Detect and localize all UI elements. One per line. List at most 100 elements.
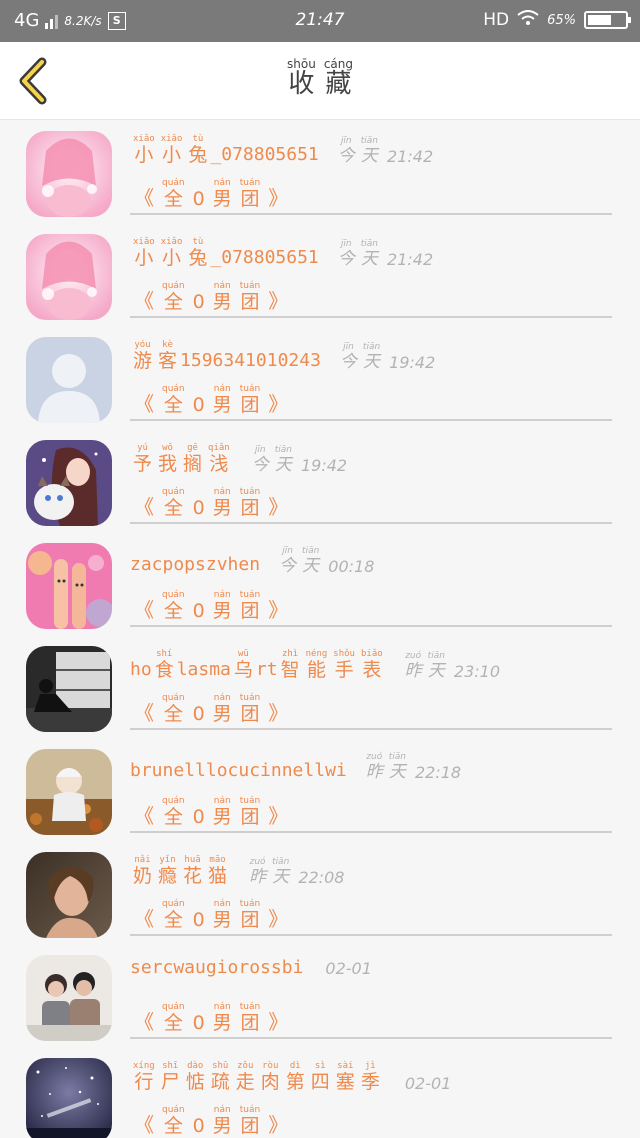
username-text: sercwaugiorossbi — [130, 957, 304, 978]
username: ho shí 食 lasma wū 乌 rt zhì 智 néng 能 shǒu 手 biǎo 表 — [130, 648, 386, 681]
ruby-char: tù 兔 — [188, 236, 207, 269]
ruby-char: zǒu 走 — [236, 1060, 255, 1093]
ruby-char: tiān 天 — [389, 751, 406, 782]
group-label: 《 quán 全 0 nán 男 tuán 团》 — [130, 795, 292, 828]
ruby-char: huā 花 — [183, 854, 202, 887]
ruby-char: dì 第 — [286, 1060, 305, 1093]
close-bracket: 》 — [268, 494, 289, 519]
ruby-char: xiǎo 小 — [161, 133, 183, 166]
hanzi: 小 — [134, 144, 154, 166]
favorite-row[interactable]: xiǎo 小 xiǎo 小 tù 兔 _078805651 jīn 今 tiān 天 21:42 《 qu… — [0, 224, 640, 327]
nav-bar: shōu 收 cáng 藏 — [0, 42, 640, 120]
ruby-char: nán 男 — [213, 383, 232, 416]
hanzi: 天 — [427, 661, 445, 682]
hanzi: 奶 — [133, 865, 153, 887]
favorite-row[interactable]: zacpopszvhen jīn 今 tiān 天 00:18 《 quán 全 0 nán 男 tuá… — [0, 533, 640, 636]
timestamp-time: 00:18 — [328, 556, 375, 576]
username: brunelllocucinnellwi — [130, 760, 347, 782]
ruby-char: jīn 今 — [338, 238, 355, 269]
ruby-char: shī 尸 — [161, 1060, 180, 1093]
group-label: 《 quán 全 0 nán 男 tuán 团》 — [130, 898, 292, 931]
username-text: brunelllocucinnellwi — [130, 760, 347, 782]
ruby-char: jì 季 — [361, 1060, 380, 1093]
hanzi: 小 — [162, 144, 182, 166]
hanzi: 全 — [163, 909, 183, 931]
ruby-char: tiān 天 — [275, 444, 292, 475]
ruby-char: zhì 智 — [281, 648, 300, 681]
ruby-char: tiān 天 — [363, 341, 380, 372]
ruby-char: kè 客 — [158, 339, 177, 372]
username-text: lasma — [176, 659, 231, 681]
open-bracket: 《 — [134, 597, 154, 622]
ruby-char: zuó 昨 — [405, 650, 422, 681]
ruby-char: xiǎo 小 — [133, 236, 155, 269]
hanzi: 天 — [360, 146, 378, 167]
hanzi: 走 — [235, 1071, 255, 1093]
favorites-list: xiǎo 小 xiǎo 小 tù 兔 _078805651 jīn 今 tiān 天 21:42 《 qu… — [0, 121, 640, 1138]
ruby-char: nán 男 — [213, 589, 232, 622]
hanzi: 客 — [158, 350, 178, 372]
row-header: brunelllocucinnellwi zuó 昨 tiān 天 22:18 — [130, 751, 461, 782]
ruby-char: 0 — [193, 795, 205, 828]
hanzi: 我 — [158, 453, 178, 475]
hanzi: 花 — [183, 865, 203, 887]
favorite-row[interactable]: xiǎo 小 xiǎo 小 tù 兔 _078805651 jīn 今 tiān 天 21:42 《 qu… — [0, 121, 640, 224]
close-bracket: 》 — [268, 1112, 289, 1137]
default-person-avatar — [26, 337, 112, 423]
pink-anime-girl-avatar — [26, 131, 112, 217]
timestamp: jīn 今 tiān 天 21:42 — [335, 238, 433, 269]
hanzi: 手 — [334, 659, 354, 681]
hanzi: 瘾 — [158, 865, 178, 887]
row-text: yóu 游 kè 客 1596341010243 jīn 今 tiān 天 19:42 《 quán 全… — [130, 335, 612, 421]
hanzi: 小 — [134, 247, 154, 269]
favorite-row[interactable]: nǎi 奶 yǐn 瘾 huā 花 māo 猫 zuó 昨 tiān 天 22:08 《 quán 全 0 nán… — [0, 842, 640, 945]
ruby-char: yǐn 瘾 — [158, 854, 177, 887]
ruby-char: 0 — [193, 280, 205, 313]
row-header: zacpopszvhen jīn 今 tiān 天 00:18 — [130, 545, 374, 576]
ruby-char: nán 男 — [213, 177, 232, 210]
ruby-char: tiān 天 — [361, 135, 378, 166]
ruby-char: shōu 收 — [287, 58, 316, 99]
hanzi: 0 — [192, 188, 205, 210]
hanzi: 男 — [212, 703, 232, 725]
pink-anime-girl-avatar — [26, 234, 112, 320]
ruby-char: 0 — [193, 692, 205, 725]
hanzi: 0 — [192, 909, 205, 931]
favorite-row[interactable]: yú 予 wǒ 我 gē 搁 qiǎn 浅 jīn 今 tiān 天 19:42 《 quán 全 0 nán 男 t… — [0, 430, 640, 533]
hanzi: 男 — [212, 1012, 232, 1034]
ruby-char: 0 — [193, 177, 205, 210]
ruby-char: wǒ 我 — [158, 442, 177, 475]
timestamp-time: 02-01 — [404, 1073, 452, 1093]
hanzi: 表 — [362, 659, 382, 681]
timestamp: zuó 昨 tiān 天 22:18 — [363, 751, 461, 782]
open-bracket: 《 — [134, 1112, 154, 1137]
row-text: xiǎo 小 xiǎo 小 tù 兔 _078805651 jīn 今 tiān 天 21:42 《 qu… — [130, 232, 612, 318]
favorite-row[interactable]: xíng 行 shī 尸 dào 惦 shū 疏 zǒu 走 ròu 肉 dì 第 sì 四 sài 塞 jì 季 02… — [0, 1048, 640, 1138]
hanzi: 兔 — [188, 247, 208, 269]
close-bracket: 》 — [268, 700, 289, 725]
hanzi: 团 — [240, 1115, 260, 1137]
group-label: 《 quán 全 0 nán 男 tuán 团》 — [130, 280, 292, 313]
timestamp-time: 19:42 — [300, 455, 348, 475]
close-bracket: 》 — [268, 906, 289, 931]
ruby-char: zuó 昨 — [249, 856, 266, 887]
group-label: 《 quán 全 0 nán 男 tuán 团》 — [130, 486, 292, 519]
username-text: ho — [130, 659, 152, 681]
hanzi: 兔 — [188, 144, 208, 166]
hanzi: 天 — [360, 249, 378, 270]
row-text: yú 予 wǒ 我 gē 搁 qiǎn 浅 jīn 今 tiān 天 19:42 《 quán 全 0 nán 男 t… — [130, 438, 612, 524]
ruby-char: zuó 昨 — [366, 751, 383, 782]
status-right: HD 65% — [483, 10, 631, 30]
hanzi: 男 — [212, 497, 232, 519]
hanzi: 食 — [154, 659, 174, 681]
row-text: zacpopszvhen jīn 今 tiān 天 00:18 《 quán 全 0 nán 男 tuá… — [130, 541, 612, 627]
open-bracket: 《 — [134, 906, 154, 931]
favorite-row[interactable]: yóu 游 kè 客 1596341010243 jīn 今 tiān 天 19:42 《 quán 全… — [0, 327, 640, 430]
ruby-char: quán 全 — [162, 177, 185, 210]
hanzi: 塞 — [335, 1071, 355, 1093]
hanzi: 行 — [134, 1071, 154, 1093]
favorite-row[interactable]: brunelllocucinnellwi zuó 昨 tiān 天 22:18 《 quán 全… — [0, 739, 640, 842]
favorite-row[interactable]: ho shí 食 lasma wū 乌 rt zhì 智 néng 能 shǒu 手 biǎo 表 zuó 昨 t… — [0, 636, 640, 739]
favorite-row[interactable]: sercwaugiorossbi 02-01 《 quán 全 0 nán 男 tuán 团》 — [0, 945, 640, 1048]
hanzi: 0 — [192, 394, 205, 416]
